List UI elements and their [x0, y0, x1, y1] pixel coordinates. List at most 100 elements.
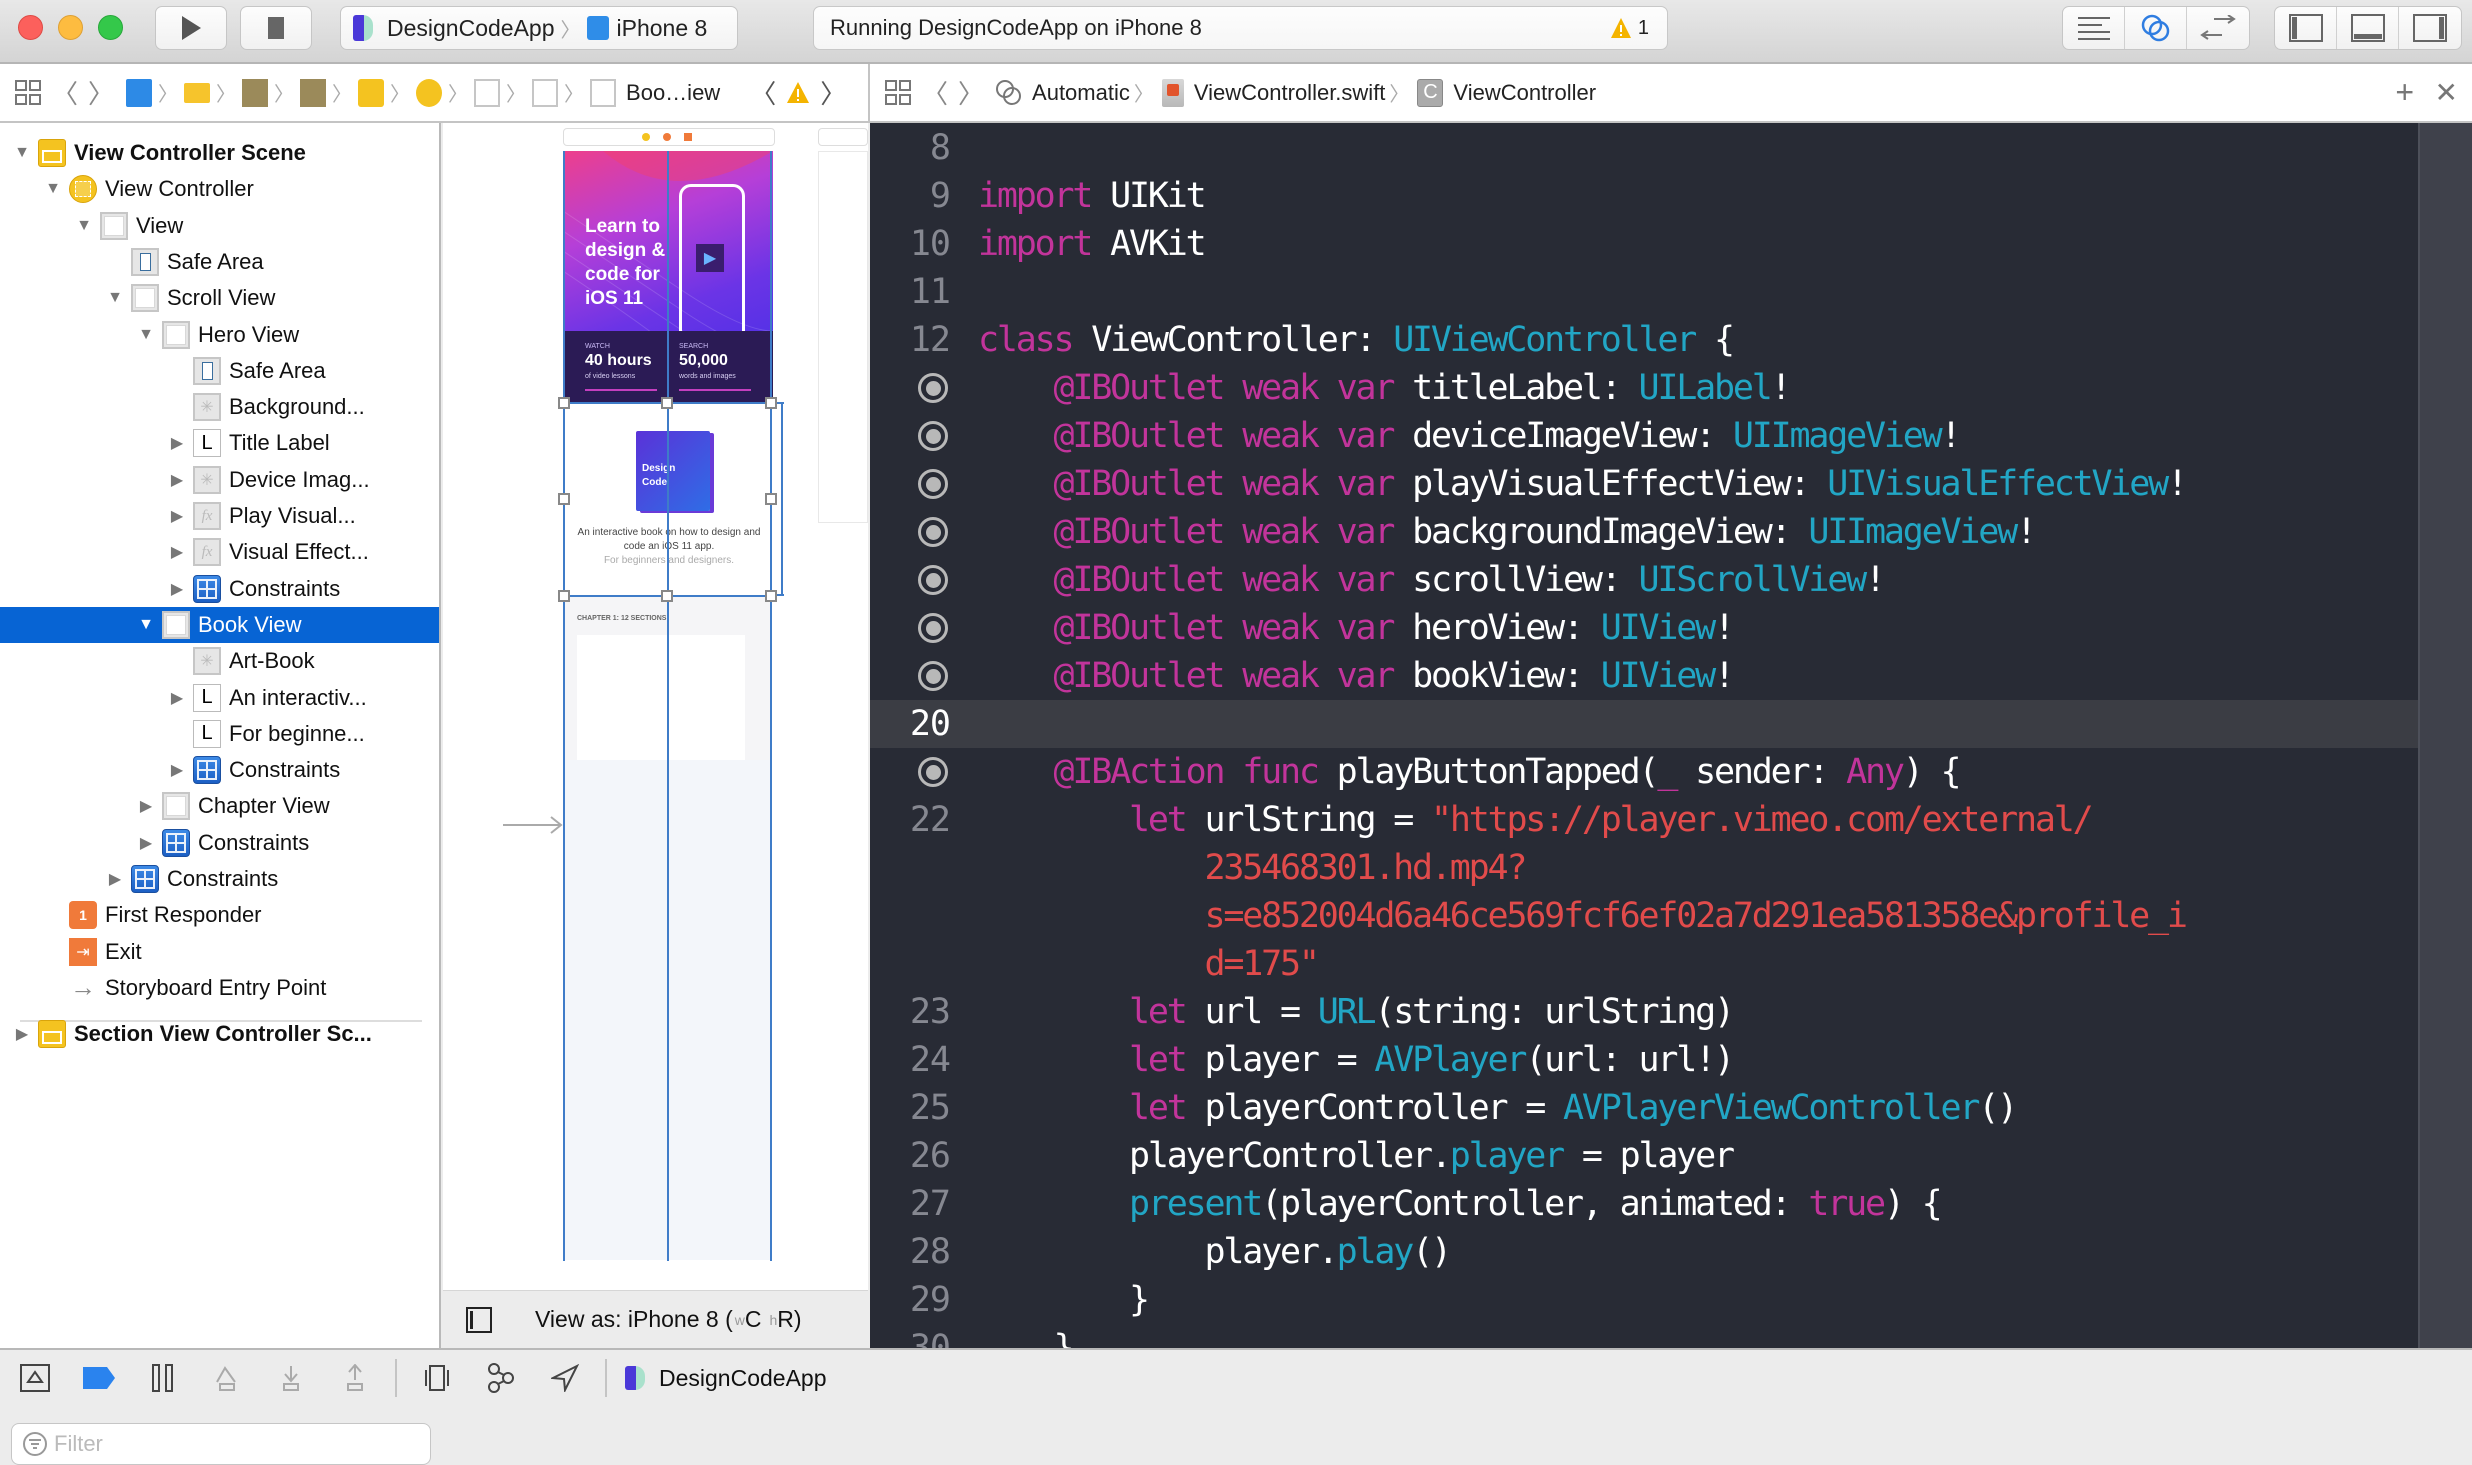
step-over-button[interactable] — [206, 1358, 248, 1398]
outlet-connected-icon[interactable] — [918, 565, 948, 595]
version-editor-button[interactable] — [2187, 7, 2249, 49]
resize-handle[interactable] — [765, 590, 777, 602]
outline-item[interactable]: ▼ View — [0, 208, 439, 244]
code-line[interactable]: 10 import AVKit — [870, 220, 2418, 268]
outline-item[interactable]: L For beginne... — [0, 716, 439, 752]
disclosure-closed-icon[interactable]: ▶ — [136, 796, 156, 816]
outlet-connected-icon[interactable] — [918, 517, 948, 547]
debug-memory-graph-button[interactable] — [480, 1358, 522, 1398]
code-line[interactable]: @IBOutlet weak var bookView: UIView! — [870, 652, 2418, 700]
resize-handle[interactable] — [765, 397, 777, 409]
code-line[interactable]: @IBOutlet weak var scrollView: UIScrollV… — [870, 556, 2418, 604]
outline-item[interactable]: Safe Area — [0, 353, 439, 389]
run-button[interactable] — [155, 6, 227, 50]
view-icon[interactable] — [590, 78, 617, 107]
code-line[interactable]: 11 — [870, 268, 2418, 316]
outline-item[interactable]: ▼ Book View — [0, 606, 439, 643]
next-issue-button[interactable]: 〉 — [820, 74, 846, 111]
warning-icon[interactable] — [786, 81, 810, 105]
outline-item[interactable]: ✳ Art-Book — [0, 643, 439, 679]
code-line[interactable]: 25 let playerController = AVPlayerViewCo… — [870, 1084, 2418, 1132]
code-line[interactable]: 30 } — [870, 1324, 2418, 1348]
toggle-inspector-button[interactable] — [2399, 7, 2461, 49]
scheme-selector[interactable]: DesignCodeApp 〉 iPhone 8 — [340, 6, 738, 50]
code-line[interactable]: @IBOutlet weak var backgroundImageView: … — [870, 508, 2418, 556]
disclosure-open-icon[interactable]: ▼ — [136, 326, 156, 344]
outlet-connected-icon[interactable] — [918, 373, 948, 403]
debug-view-hierarchy-button[interactable] — [416, 1358, 458, 1398]
stop-button[interactable] — [240, 6, 312, 50]
storyboard-base-icon[interactable] — [300, 78, 327, 107]
storyboard-canvas[interactable]: Learn to design & code for iOS 11 ▶ WATC… — [443, 123, 868, 1348]
outlet-connected-icon[interactable] — [918, 757, 948, 787]
close-editor-button[interactable]: ✕ — [2435, 76, 2458, 109]
hide-debug-area-button[interactable] — [14, 1358, 56, 1398]
outlet-connection-gutter[interactable] — [870, 469, 950, 499]
breakpoints-toggle-button[interactable] — [78, 1358, 120, 1398]
code-line[interactable]: 12 class ViewController: UIViewController… — [870, 316, 2418, 364]
view-icon[interactable] — [474, 78, 501, 107]
code-line[interactable]: 22 let urlString = "https://player.vimeo… — [870, 796, 2418, 844]
book-description-label[interactable]: An interactive book on how to design and… — [574, 526, 764, 554]
outline-item[interactable]: Safe Area — [0, 244, 439, 280]
storyboard-file-icon[interactable] — [242, 78, 269, 107]
outline-item[interactable]: ▶ Constraints — [0, 825, 439, 861]
standard-editor-button[interactable] — [2063, 7, 2125, 49]
disclosure-open-icon[interactable]: ▼ — [43, 180, 63, 198]
filter-field[interactable]: Filter — [11, 1423, 431, 1465]
disclosure-open-icon[interactable]: ▼ — [12, 144, 32, 162]
current-code-line[interactable]: 20 — [870, 700, 2418, 748]
code-line[interactable]: s=e852004d6a46ce569fcf6ef02a7d291ea58135… — [870, 892, 2418, 940]
debug-target-name[interactable]: DesignCodeApp — [659, 1365, 827, 1392]
assistant-editor-button[interactable] — [2125, 7, 2187, 49]
resize-handle[interactable] — [765, 493, 777, 505]
code-line[interactable]: 8 — [870, 124, 2418, 172]
outline-item[interactable]: ▶ Constraints — [0, 571, 439, 607]
code-line[interactable]: @IBOutlet weak var playVisualEffectView:… — [870, 460, 2418, 508]
code-line[interactable]: 24 let player = AVPlayer(url: url!) — [870, 1036, 2418, 1084]
outlet-connection-gutter[interactable] — [870, 565, 950, 595]
pause-button[interactable] — [142, 1358, 184, 1398]
view-controller-icon[interactable] — [642, 133, 650, 141]
outline-item[interactable]: ▼ Scroll View — [0, 280, 439, 316]
disclosure-closed-icon[interactable]: ▶ — [167, 760, 187, 780]
outline-item[interactable]: ▶ Section View Controller Sc... — [0, 1016, 439, 1052]
disclosure-open-icon[interactable]: ▼ — [136, 616, 156, 634]
project-icon[interactable] — [126, 78, 153, 107]
scheme-device-name[interactable]: iPhone 8 — [617, 15, 708, 42]
outlet-connection-gutter[interactable] — [870, 613, 950, 643]
code-line[interactable]: @IBOutlet weak var titleLabel: UILabel! — [870, 364, 2418, 412]
outlet-connected-icon[interactable] — [918, 613, 948, 643]
disclosure-closed-icon[interactable]: ▶ — [167, 579, 187, 599]
folder-icon[interactable] — [184, 82, 211, 103]
outlet-connected-icon[interactable] — [918, 661, 948, 691]
related-items-icon[interactable] — [14, 79, 42, 107]
disclosure-open-icon[interactable]: ▼ — [74, 217, 94, 235]
code-line[interactable]: d=175" — [870, 940, 2418, 988]
disclosure-closed-icon[interactable]: ▶ — [12, 1024, 32, 1044]
code-line[interactable]: 23 let url = URL(string: urlString) — [870, 988, 2418, 1036]
zoom-window-button[interactable] — [98, 15, 123, 40]
resize-handle[interactable] — [661, 590, 673, 602]
disclosure-closed-icon[interactable]: ▶ — [167, 688, 187, 708]
outlet-connection-gutter[interactable] — [870, 373, 950, 403]
code-line[interactable]: 26 playerController.player = player — [870, 1132, 2418, 1180]
scroll-view-icon[interactable] — [532, 78, 559, 107]
outlet-connection-gutter[interactable] — [870, 421, 950, 451]
forward-button[interactable]: 〉 — [958, 74, 984, 111]
back-button[interactable]: 〈 — [52, 74, 78, 111]
outline-item[interactable]: → Storyboard Entry Point — [0, 970, 439, 1006]
related-items-icon[interactable] — [884, 79, 912, 107]
view-controller-icon[interactable] — [416, 78, 443, 107]
step-into-button[interactable] — [270, 1358, 312, 1398]
previous-issue-button[interactable]: 〈 — [750, 74, 776, 111]
forward-button[interactable]: 〉 — [88, 74, 114, 111]
outline-item[interactable]: ▶ L An interactiv... — [0, 680, 439, 716]
code-line[interactable]: 235468301.hd.mp4? — [870, 844, 2418, 892]
outline-item[interactable]: 1 First Responder — [0, 897, 439, 933]
outline-item[interactable]: ▼ View Controller Scene — [0, 135, 439, 171]
file-name[interactable]: ViewController.swift — [1194, 80, 1386, 106]
assistant-mode[interactable]: Automatic — [1032, 80, 1130, 106]
outline-item[interactable]: ▶ fx Visual Effect... — [0, 534, 439, 570]
close-window-button[interactable] — [18, 15, 43, 40]
